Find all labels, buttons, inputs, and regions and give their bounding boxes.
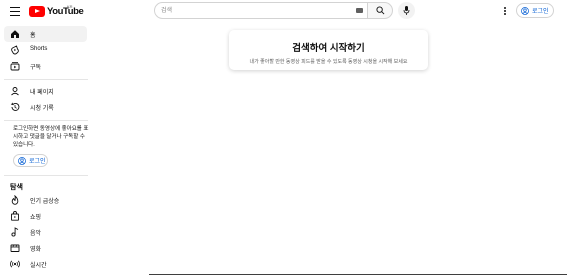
search-button[interactable] <box>367 2 393 19</box>
sidebar-item-label: 시청 기록 <box>30 106 54 112</box>
trending-icon <box>11 195 19 205</box>
history-icon <box>10 102 20 111</box>
subscriptions-icon <box>10 62 20 71</box>
card-title: 검색하여 시작하기 <box>292 43 365 54</box>
sidebar-item-label: 음악 <box>30 231 42 237</box>
divider <box>4 175 88 176</box>
youtube-logo[interactable]: YouTube <box>29 5 84 17</box>
your-channel-icon <box>11 87 19 96</box>
start-search-card: 검색하여 시작하기 내가 좋아할 만한 동영상 피드를 받을 수 있도록 동영상… <box>229 30 428 70</box>
logo-text: YouTube <box>47 5 84 17</box>
sidebar-item-label: 내 페이지 <box>30 90 54 96</box>
search-input[interactable] <box>161 3 351 18</box>
sidebar-item-movies[interactable]: 영화 <box>4 240 87 256</box>
account-circle-icon <box>18 156 26 165</box>
shorts-icon <box>11 45 19 55</box>
sidebar-item-label: 홈 <box>30 33 36 39</box>
content-divider <box>149 274 567 275</box>
sidebar-item-label: 쇼핑 <box>30 215 42 221</box>
music-icon <box>11 227 19 237</box>
sidebar-item-live[interactable]: 실시간 <box>4 256 87 272</box>
live-icon <box>10 260 20 268</box>
sidebar-item-label: Shorts <box>30 46 48 52</box>
login-label: 로그인 <box>532 9 549 15</box>
sidebar-item-shopping[interactable]: 쇼핑 <box>4 208 87 224</box>
divider <box>4 120 88 121</box>
more-vertical-icon[interactable] <box>500 5 510 17</box>
sidebar-item-label: 구독 <box>30 65 42 71</box>
top-bar: YouTube KR 로그인 <box>0 0 567 22</box>
sidebar-item-your-channel[interactable]: 내 페이지 <box>4 83 87 99</box>
sidebar-item-label: 실시간 <box>30 263 47 269</box>
sidebar-login-button[interactable]: 로그인 <box>13 154 48 167</box>
country-code: KR <box>67 4 73 9</box>
divider <box>4 79 88 80</box>
account-circle-icon <box>521 6 529 15</box>
search-icon <box>376 6 385 15</box>
sidebar-item-shorts[interactable]: Shorts <box>4 42 87 58</box>
card-subtitle: 내가 좋아할 만한 동영상 피드를 받을 수 있도록 동영상 시청을 시작해 보… <box>249 59 408 65</box>
sidebar-item-label: 인기 급상승 <box>30 199 60 205</box>
sidebar: 홈 Shorts 구독 내 페이지 시청 기록 로그인하면 동영상에 좋아요를 … <box>0 22 92 279</box>
search-box <box>154 2 367 19</box>
youtube-play-icon <box>29 5 45 17</box>
sidebar-item-label: 영화 <box>30 247 42 253</box>
sidebar-item-home[interactable]: 홈 <box>4 26 87 42</box>
shopping-bag-icon <box>11 211 19 221</box>
sidebar-item-history[interactable]: 시청 기록 <box>4 99 87 115</box>
voice-search-button[interactable] <box>398 2 415 19</box>
explore-title: 탐색 <box>10 184 23 191</box>
mic-icon <box>403 6 410 15</box>
login-button[interactable]: 로그인 <box>516 3 554 18</box>
sidebar-item-subscriptions[interactable]: 구독 <box>4 58 87 74</box>
movie-icon <box>10 244 20 252</box>
signin-prompt: 로그인하면 동영상에 좋아요를 표시하고 댓글을 달거나 구독할 수 있습니다. <box>13 126 89 148</box>
keyboard-icon[interactable] <box>356 8 363 13</box>
sidebar-item-trending[interactable]: 인기 급상승 <box>4 192 87 208</box>
menu-icon[interactable] <box>8 4 22 18</box>
home-icon <box>11 30 19 38</box>
sidebar-item-music[interactable]: 음악 <box>4 224 87 240</box>
login-label: 로그인 <box>29 159 46 165</box>
